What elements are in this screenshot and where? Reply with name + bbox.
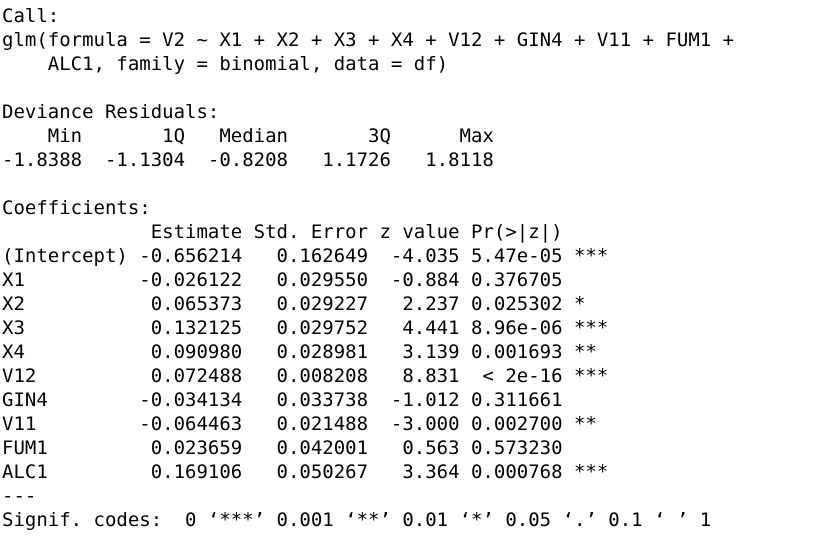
coefficient-row-x3: X3 0.132125 0.029752 4.441 8.96e-06 *** — [2, 317, 609, 339]
deviance-residuals-labels: Min 1Q Median 3Q Max — [2, 125, 517, 147]
separator-line: --- — [2, 485, 37, 507]
deviance-residuals-values: -1.8388 -1.1304 -0.8208 1.1726 1.8118 — [2, 149, 517, 171]
coefficients-column-header: Estimate Std. Error z value Pr(>|z|) — [2, 221, 609, 243]
coefficient-row-x2: X2 0.065373 0.029227 2.237 0.025302 * — [2, 293, 609, 315]
coefficient-row-fum1: FUM1 0.023659 0.042001 0.563 0.573230 — [2, 437, 609, 459]
coefficient-row-gin4: GIN4 -0.034134 0.033738 -1.012 0.311661 — [2, 389, 609, 411]
coefficient-row-alc1: ALC1 0.169106 0.050267 3.364 0.000768 **… — [2, 461, 609, 483]
coefficient-row-intercept: (Intercept) -0.656214 0.162649 -4.035 5.… — [2, 245, 609, 267]
call-formula-line-1: glm(formula = V2 ~ X1 + X2 + X3 + X4 + V… — [2, 29, 735, 51]
r-console-output: Call: glm(formula = V2 ~ X1 + X2 + X3 + … — [0, 0, 826, 547]
signif-codes-line: Signif. codes: 0 ‘***’ 0.001 ‘**’ 0.01 ‘… — [2, 509, 712, 531]
call-formula-line-2: ALC1, family = binomial, data = df) — [2, 53, 449, 75]
coefficient-row-x1: X1 -0.026122 0.029550 -0.884 0.376705 — [2, 269, 609, 291]
call-header: Call: — [2, 5, 60, 27]
coefficient-row-v12: V12 0.072488 0.008208 8.831 < 2e-16 *** — [2, 365, 609, 387]
coefficients-header: Coefficients: — [2, 197, 151, 219]
coefficient-row-v11: V11 -0.064463 0.021488 -3.000 0.002700 *… — [2, 413, 609, 435]
coefficient-row-x4: X4 0.090980 0.028981 3.139 0.001693 ** — [2, 341, 609, 363]
deviance-residuals-header: Deviance Residuals: — [2, 101, 220, 123]
